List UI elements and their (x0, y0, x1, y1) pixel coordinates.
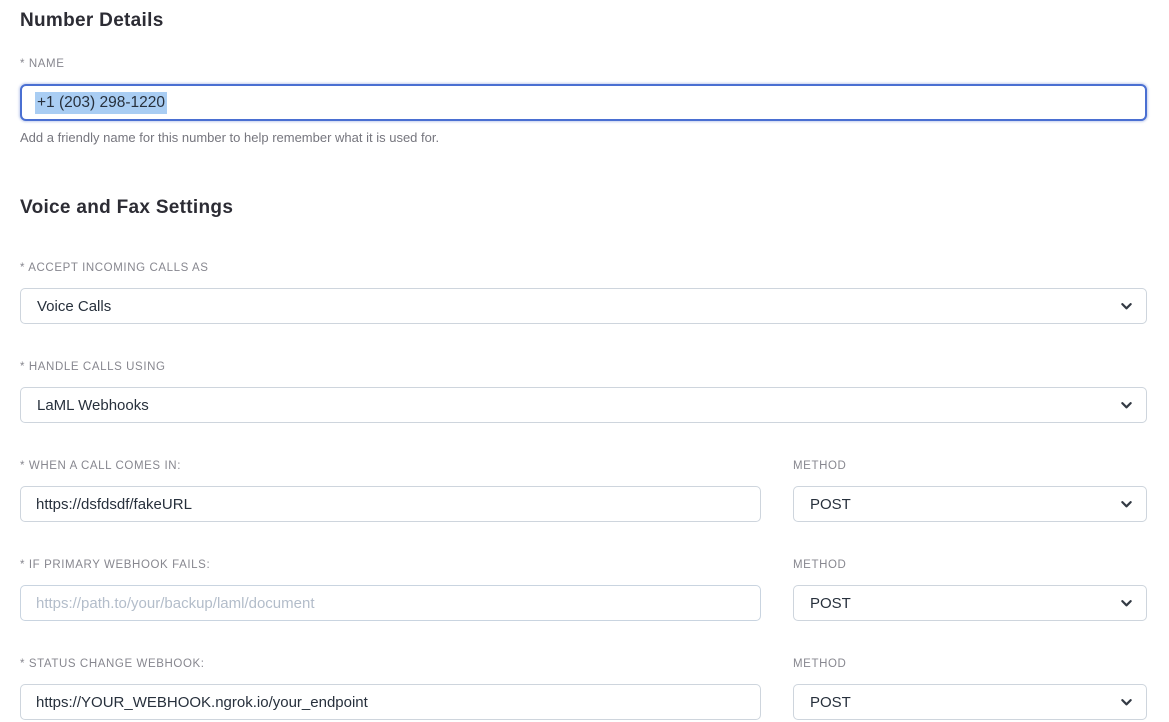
chevron-down-icon (1120, 399, 1133, 412)
status-change-field: * STATUS CHANGE WEBHOOK: (20, 658, 761, 720)
method-select-value: POST (810, 694, 851, 711)
handle-calls-select[interactable]: LaML Webhooks (20, 387, 1147, 423)
call-comes-in-input[interactable] (20, 486, 761, 522)
status-change-input[interactable] (20, 684, 761, 720)
status-change-label: * STATUS CHANGE WEBHOOK: (20, 658, 761, 670)
primary-fails-row: * IF PRIMARY WEBHOOK FAILS: METHOD POST (20, 559, 1147, 621)
status-change-row: * STATUS CHANGE WEBHOOK: METHOD POST (20, 658, 1147, 720)
accept-incoming-select[interactable]: Voice Calls (20, 288, 1147, 324)
chevron-down-icon (1120, 498, 1133, 511)
name-input-selected-text: +1 (203) 298-1220 (35, 92, 167, 114)
number-details-heading: Number Details (20, 10, 1147, 32)
method-select-value: POST (810, 496, 851, 513)
call-comes-in-method-field: METHOD POST (793, 460, 1147, 522)
primary-fails-label: * IF PRIMARY WEBHOOK FAILS: (20, 559, 761, 571)
chevron-down-icon (1120, 300, 1133, 313)
primary-fails-input[interactable] (20, 585, 761, 621)
handle-calls-select-value: LaML Webhooks (37, 397, 149, 414)
chevron-down-icon (1120, 696, 1133, 709)
method-select-value: POST (810, 595, 851, 612)
accept-incoming-select-value: Voice Calls (37, 298, 111, 315)
primary-fails-method-select[interactable]: POST (793, 585, 1147, 621)
accept-incoming-field: * ACCEPT INCOMING CALLS AS Voice Calls (20, 262, 1147, 324)
status-change-method-select[interactable]: POST (793, 684, 1147, 720)
name-field: * NAME +1 (203) 298-1220 Add a friendly … (20, 58, 1147, 146)
chevron-down-icon (1120, 597, 1133, 610)
handle-calls-field: * HANDLE CALLS USING LaML Webhooks (20, 361, 1147, 423)
method-label: METHOD (793, 559, 1147, 571)
primary-fails-field: * IF PRIMARY WEBHOOK FAILS: (20, 559, 761, 621)
call-comes-in-field: * WHEN A CALL COMES IN: (20, 460, 761, 522)
handle-calls-label: * HANDLE CALLS USING (20, 361, 1147, 373)
method-label: METHOD (793, 658, 1147, 670)
call-comes-in-method-select[interactable]: POST (793, 486, 1147, 522)
name-input[interactable]: +1 (203) 298-1220 (20, 84, 1147, 121)
name-label: * NAME (20, 58, 1147, 70)
voice-fax-heading: Voice and Fax Settings (20, 197, 1147, 219)
call-comes-in-row: * WHEN A CALL COMES IN: METHOD POST (20, 460, 1147, 522)
number-settings-page: Number Details * NAME +1 (203) 298-1220 … (0, 0, 1169, 722)
call-comes-in-label: * WHEN A CALL COMES IN: (20, 460, 761, 472)
name-helper-text: Add a friendly name for this number to h… (20, 130, 1147, 146)
primary-fails-method-field: METHOD POST (793, 559, 1147, 621)
status-change-method-field: METHOD POST (793, 658, 1147, 720)
accept-incoming-label: * ACCEPT INCOMING CALLS AS (20, 262, 1147, 274)
method-label: METHOD (793, 460, 1147, 472)
